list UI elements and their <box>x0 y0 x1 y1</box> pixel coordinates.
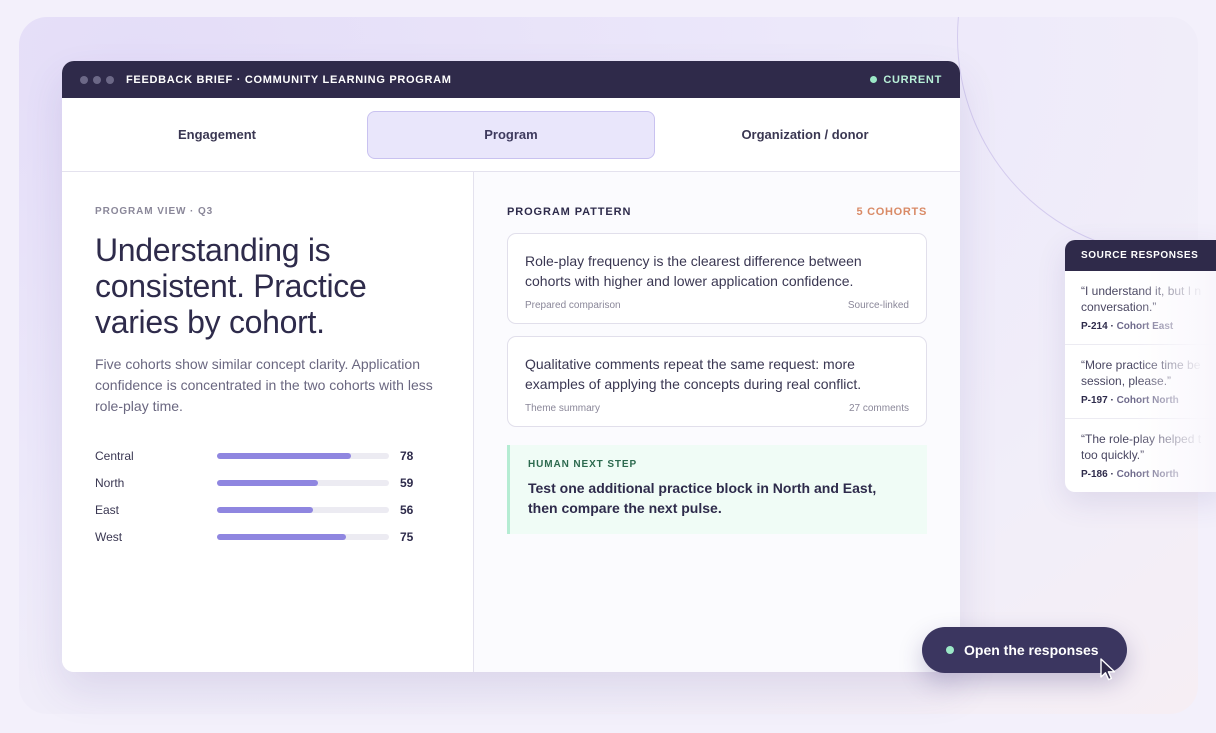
participant-id: P-186 <box>1081 469 1108 480</box>
button-dot-icon <box>946 646 954 654</box>
bar-track <box>217 479 389 486</box>
bar-track <box>217 506 389 513</box>
open-responses-label: Open the responses <box>964 642 1099 658</box>
insight-card[interactable]: Qualitative comments repeat the same req… <box>507 336 927 427</box>
open-responses-button[interactable]: Open the responses <box>922 627 1127 673</box>
cohort-label: West <box>95 529 123 544</box>
decorative-ring <box>957 17 1198 257</box>
cohort-label: Central <box>95 448 134 463</box>
window-dot-icon[interactable] <box>80 75 88 84</box>
cohort-count-badge: 5 COHORTS <box>856 206 927 218</box>
status-badge: CURRENT <box>870 74 942 86</box>
insight-meta-left: Prepared comparison <box>525 300 621 311</box>
tab-organization-donor[interactable]: Organization / donor <box>661 111 949 159</box>
insight-meta: Theme summary 27 comments <box>525 403 909 414</box>
pattern-eyebrow: PROGRAM PATTERN <box>507 206 632 218</box>
program-description: Five cohorts show similar concept clarit… <box>95 356 433 414</box>
cohort-bar-row: East 56 <box>95 496 440 523</box>
status-label: CURRENT <box>883 73 942 86</box>
window-dot-icon[interactable] <box>106 75 114 84</box>
window-dot-icon[interactable] <box>93 75 101 84</box>
window-controls <box>80 75 114 84</box>
tab-engagement[interactable]: Engagement <box>73 111 361 159</box>
program-view-panel: PROGRAM VIEW · Q3 Understanding is consi… <box>62 172 474 672</box>
cohort-label: North <box>95 475 125 490</box>
insight-meta-right[interactable]: Source-linked <box>848 300 909 311</box>
source-responses-title: SOURCE RESPONSES <box>1065 240 1216 271</box>
bar-track <box>217 452 389 459</box>
mouse-pointer-icon <box>1100 658 1116 681</box>
bar-fill <box>217 506 314 513</box>
view-tabs: Engagement Program Organization / donor <box>62 98 960 172</box>
human-next-step: HUMAN NEXT STEP Test one additional prac… <box>507 445 927 534</box>
cohort-value: 75 <box>400 529 414 544</box>
panel-fade <box>1135 271 1216 492</box>
bar-fill <box>217 533 346 540</box>
feedback-brief-window: FEEDBACK BRIEF · COMMUNITY LEARNING PROG… <box>62 61 960 672</box>
cohort-value: 56 <box>400 502 414 517</box>
main-content: PROGRAM VIEW · Q3 Understanding is consi… <box>62 172 960 672</box>
title-bar: FEEDBACK BRIEF · COMMUNITY LEARNING PROG… <box>62 61 960 98</box>
cohort-bar-row: West 75 <box>95 523 440 550</box>
insight-text: Qualitative comments repeat the same req… <box>525 356 862 392</box>
insight-meta: Prepared comparison Source-linked <box>525 300 909 311</box>
insight-meta-right[interactable]: 27 comments <box>849 403 909 414</box>
cohort-value: 78 <box>400 448 414 463</box>
next-step-eyebrow: HUMAN NEXT STEP <box>528 459 638 470</box>
headline-line: consistent. Practice <box>95 268 367 304</box>
participant-id: P-214 <box>1081 321 1108 332</box>
headline-line: varies by cohort. <box>95 304 325 340</box>
headline-line: Understanding is <box>95 232 331 268</box>
program-pattern-panel: PROGRAM PATTERN 5 COHORTS Role-play freq… <box>474 172 960 672</box>
bar-fill <box>217 479 319 486</box>
bar-track <box>217 533 389 540</box>
pattern-header: PROGRAM PATTERN 5 COHORTS <box>507 206 927 218</box>
cohort-label: East <box>95 502 120 517</box>
participant-id: P-197 <box>1081 395 1108 406</box>
insight-meta-left: Theme summary <box>525 403 601 414</box>
page-headline: Understanding is consistent. Practice va… <box>95 232 440 340</box>
cohort-bar-row: North 59 <box>95 469 440 496</box>
cohort-value: 59 <box>400 475 414 490</box>
status-dot-icon <box>870 76 878 83</box>
insight-card[interactable]: Role-play frequency is the clearest diff… <box>507 233 927 324</box>
cohort-bar-row: Central 78 <box>95 442 440 469</box>
insight-text: Role-play frequency is the clearest diff… <box>525 253 862 289</box>
cohort-bars: Central 78 North 59 East 56 West 75 <box>95 442 440 550</box>
source-responses-panel: SOURCE RESPONSES “I understand it, but I… <box>1065 240 1216 492</box>
program-view-eyebrow: PROGRAM VIEW · Q3 <box>95 206 214 217</box>
tab-program[interactable]: Program <box>367 110 655 159</box>
next-step-text: Test one additional practice block in No… <box>528 480 877 516</box>
window-title: FEEDBACK BRIEF · COMMUNITY LEARNING PROG… <box>126 73 452 86</box>
bar-fill <box>217 452 352 459</box>
